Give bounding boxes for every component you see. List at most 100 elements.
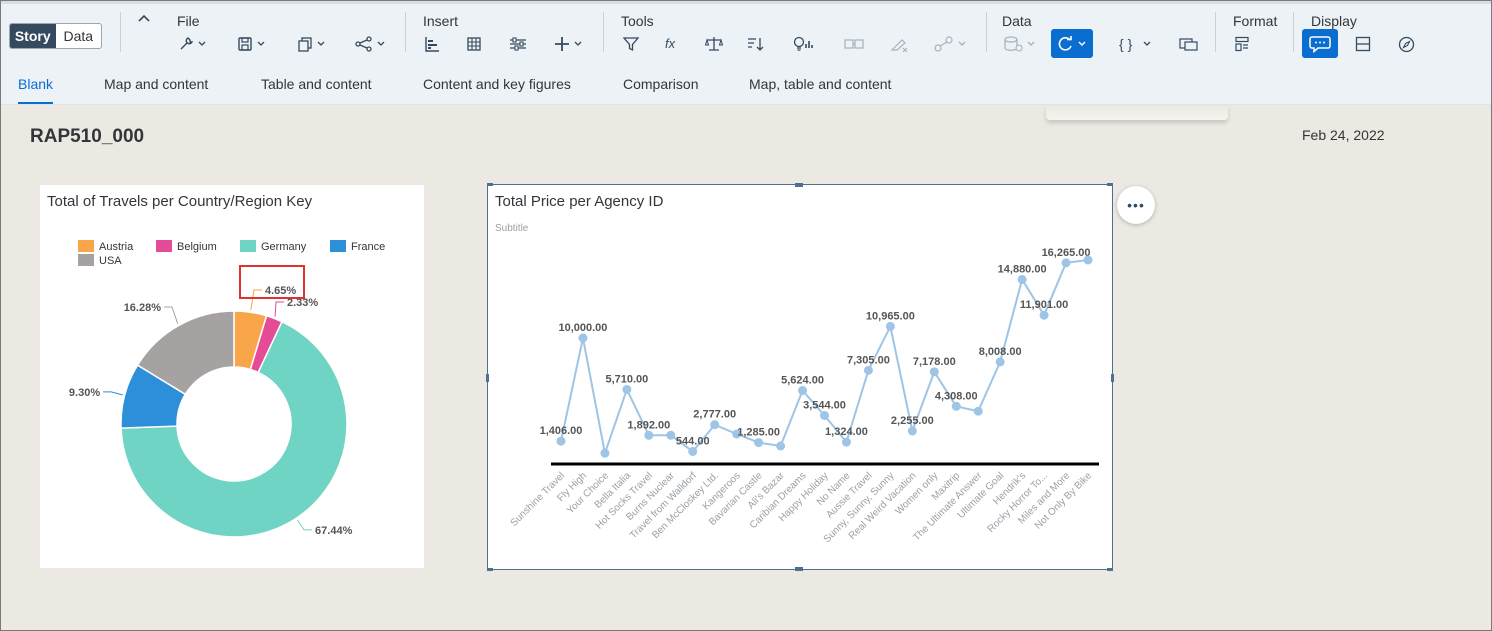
filter-icon[interactable]	[623, 34, 639, 54]
data-label: 9.30%	[69, 387, 100, 399]
data-point	[622, 384, 632, 394]
comment-icon[interactable]	[1302, 29, 1338, 58]
toolbar-divider	[1293, 12, 1294, 52]
data-point	[798, 386, 808, 396]
toolbar-divider	[986, 12, 987, 52]
leader-line	[103, 391, 123, 396]
tab-map-and-content[interactable]: Map and content	[104, 76, 208, 92]
edit-prompts-icon[interactable]	[1179, 34, 1199, 54]
data-label: 2,255.00	[891, 415, 934, 427]
insert-chart-icon[interactable]	[424, 34, 440, 54]
dropdown-shadow	[1046, 106, 1228, 120]
svg-text:fx: fx	[665, 36, 676, 51]
data-label: 4,308.00	[935, 390, 978, 402]
donut-chart: Austria Belgium Germany France USA 4.65%2.33%…	[69, 240, 385, 538]
legend-label: Germany	[261, 241, 307, 253]
sort-icon[interactable]	[747, 34, 765, 54]
tab-comparison[interactable]: Comparison	[623, 76, 698, 92]
legend-label: France	[351, 241, 385, 253]
insert-group-label: Insert	[423, 13, 459, 29]
data-label: 1,285.00	[737, 427, 780, 439]
data-label: 4.65%	[265, 285, 296, 297]
data-label: 67.44%	[315, 525, 353, 537]
clear-icon[interactable]	[890, 34, 908, 54]
format-group-label: Format	[1233, 13, 1278, 29]
linked-analysis-icon[interactable]	[844, 34, 864, 54]
data-label: 7,305.00	[847, 354, 890, 366]
data-group-label: Data	[1002, 13, 1032, 29]
template-bar: Blank Map and content Table and content …	[1, 65, 1491, 105]
data-point	[820, 410, 829, 420]
share-icon[interactable]	[355, 34, 386, 54]
leader-line	[274, 301, 284, 317]
data-label: 5,624.00	[781, 375, 824, 387]
data-label: 16,265.00	[1042, 247, 1091, 259]
legend-swatch	[78, 254, 94, 266]
link-dimensions-icon[interactable]	[934, 34, 967, 54]
data-point	[885, 321, 895, 331]
toolbar-divider	[603, 12, 604, 52]
data-point	[1017, 274, 1027, 284]
story-mode-button[interactable]: Story	[10, 24, 56, 48]
mode-switch: Story Data	[9, 23, 102, 49]
data-label: 544.00	[676, 435, 710, 447]
more-options-button[interactable]: •••	[1117, 186, 1155, 224]
data-point	[776, 441, 786, 451]
refresh-icon[interactable]	[1051, 29, 1093, 58]
save-icon[interactable]	[237, 34, 266, 54]
donut-chart-card[interactable]: Total of Travels per Country/Region Key …	[40, 185, 424, 568]
formula-icon[interactable]: fx	[664, 34, 682, 54]
svg-text:{ }: { }	[1119, 36, 1133, 52]
data-label: 5,710.00	[605, 373, 648, 385]
insert-input-control-icon[interactable]	[509, 34, 527, 54]
data-source-icon[interactable]	[1003, 34, 1036, 54]
leader-line	[297, 519, 313, 531]
data-label: 1,324.00	[825, 426, 868, 438]
data-point	[951, 401, 961, 411]
data-label: 2.33%	[287, 297, 318, 309]
data-point	[578, 333, 588, 343]
data-point	[644, 430, 654, 440]
tab-blank[interactable]: Blank	[18, 76, 54, 104]
legend-label: Belgium	[177, 241, 217, 253]
tools-group-label: Tools	[621, 13, 654, 29]
line-chart: 1,406.00Sunshine Travel10,000.00Fly High…	[509, 247, 1099, 545]
line-chart-card[interactable]: Total Price per Agency ID Subtitle 1,406…	[488, 185, 1112, 569]
data-point	[929, 367, 939, 377]
copy-icon[interactable]	[297, 34, 326, 54]
legend-label: Austria	[99, 241, 134, 253]
page-title: RAP510_000	[30, 126, 145, 147]
display-group-label: Display	[1311, 13, 1357, 29]
tab-table-and-content[interactable]: Table and content	[261, 76, 372, 92]
data-point	[907, 426, 917, 436]
data-point	[1039, 310, 1049, 320]
panel-layout-icon[interactable]	[1355, 34, 1371, 54]
legend-label: USA	[99, 255, 122, 267]
legend-swatch	[78, 240, 94, 252]
data-point	[841, 437, 851, 447]
data-mode-button[interactable]: Data	[56, 24, 102, 48]
data-label: 1,406.00	[540, 425, 583, 437]
toolbar-divider	[120, 12, 121, 52]
legend-swatch	[240, 240, 256, 252]
data-point	[1083, 255, 1093, 265]
smart-insights-icon[interactable]	[792, 34, 814, 54]
data-label: 11,901.00	[1020, 299, 1068, 311]
add-icon[interactable]	[554, 34, 583, 54]
tools-wrench-icon[interactable]	[178, 34, 207, 54]
tab-content-and-key-figures[interactable]: Content and key figures	[423, 76, 571, 92]
data-point	[600, 448, 610, 458]
leader-line	[164, 306, 179, 324]
balance-icon[interactable]	[705, 34, 723, 54]
data-label: 10,965.00	[866, 310, 915, 322]
explore-compass-icon[interactable]	[1398, 34, 1415, 54]
tab-map-table-and-content[interactable]: Map, table and content	[749, 76, 891, 92]
collapse-toolbar-icon[interactable]	[138, 13, 150, 23]
toolbar-divider	[1215, 12, 1216, 52]
data-point	[710, 420, 720, 430]
script-variables-icon[interactable]: { }	[1119, 34, 1152, 54]
data-label: 8,008.00	[979, 346, 1022, 358]
format-layout-icon[interactable]	[1234, 34, 1250, 54]
data-label: 3,544.00	[803, 399, 846, 411]
insert-table-icon[interactable]	[466, 34, 482, 54]
